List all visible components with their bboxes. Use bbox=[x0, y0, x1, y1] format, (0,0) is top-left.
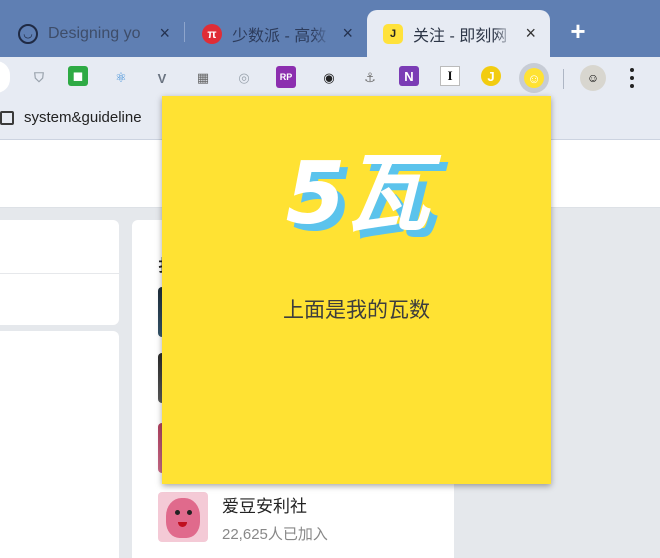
profile-avatar[interactable]: ☺ bbox=[580, 65, 606, 91]
menu-dot bbox=[630, 84, 634, 88]
rp-extension-icon[interactable]: RP bbox=[276, 66, 296, 88]
bot-face-icon: ◡ bbox=[18, 23, 38, 44]
browser-menu-button[interactable] bbox=[626, 66, 638, 90]
android-extension-icon[interactable]: ◼ bbox=[68, 66, 88, 86]
tab-strip: ◡ Designing yo × π 少数派 - 高效 × J 关注 - 即刻网… bbox=[0, 0, 660, 57]
pink-bear-image bbox=[166, 498, 200, 538]
tab-close-icon[interactable]: × bbox=[525, 23, 536, 43]
pi-icon: π bbox=[202, 23, 222, 44]
image-extension-icon[interactable]: ▦ bbox=[191, 66, 215, 90]
instapaper-extension-icon[interactable]: I bbox=[440, 66, 460, 86]
toolbar-divider bbox=[563, 69, 564, 89]
react-extension-icon[interactable]: ⚛ bbox=[109, 66, 133, 90]
tab-designing[interactable]: ◡ Designing yo × bbox=[0, 10, 184, 57]
tab-sspai[interactable]: π 少数派 - 高效 × bbox=[184, 10, 367, 57]
glasses-extension-icon[interactable]: ◉ bbox=[317, 66, 341, 90]
wa-extension-icon[interactable]: ☺ bbox=[519, 63, 549, 93]
jike-extension-icon[interactable]: J bbox=[481, 66, 501, 86]
menu-dot bbox=[630, 76, 634, 80]
topic-member-count: 22,625人已加入 bbox=[222, 526, 328, 543]
wattage-number: 5瓦 bbox=[285, 144, 430, 244]
menu-dot bbox=[630, 68, 634, 72]
new-tab-button[interactable]: + bbox=[566, 18, 590, 44]
folder-icon bbox=[0, 111, 14, 125]
tab-close-icon[interactable]: × bbox=[342, 23, 353, 43]
vue-extension-icon[interactable]: V bbox=[150, 66, 174, 90]
left-card-lower bbox=[0, 331, 119, 558]
shield-extension-icon[interactable]: ⛉ bbox=[27, 66, 51, 90]
topic-name[interactable]: 爱豆安利社 bbox=[222, 492, 307, 517]
omnibox-edge[interactable] bbox=[0, 61, 10, 93]
target-extension-icon[interactable]: ◎ bbox=[232, 66, 256, 90]
anchor-extension-icon[interactable]: ⚓ bbox=[358, 66, 382, 90]
onenote-extension-icon[interactable]: N bbox=[399, 66, 419, 86]
tab-title: 关注 - 即刻网 bbox=[413, 27, 508, 45]
wattage-caption: 上面是我的瓦数 bbox=[283, 299, 430, 322]
bookmark-folder-system-guideline[interactable]: system&guideline bbox=[24, 109, 142, 126]
browser-toolbar: ⛉ ◼ ⚛ V ▦ ◎ RP ◉ ⚓ N I J ☺ ☺ bbox=[0, 57, 660, 99]
tab-jike-active[interactable]: J 关注 - 即刻网 × bbox=[367, 10, 550, 57]
extension-popup: 5瓦 上面是我的瓦数 bbox=[162, 96, 551, 484]
tab-close-icon[interactable]: × bbox=[159, 23, 170, 43]
tab-title: 少数派 - 高效 bbox=[232, 27, 327, 45]
tab-title: Designing yo bbox=[48, 24, 141, 42]
topic-thumbnail[interactable] bbox=[158, 492, 208, 542]
left-card bbox=[0, 220, 119, 325]
divider bbox=[0, 273, 119, 274]
jike-icon: J bbox=[383, 23, 403, 44]
